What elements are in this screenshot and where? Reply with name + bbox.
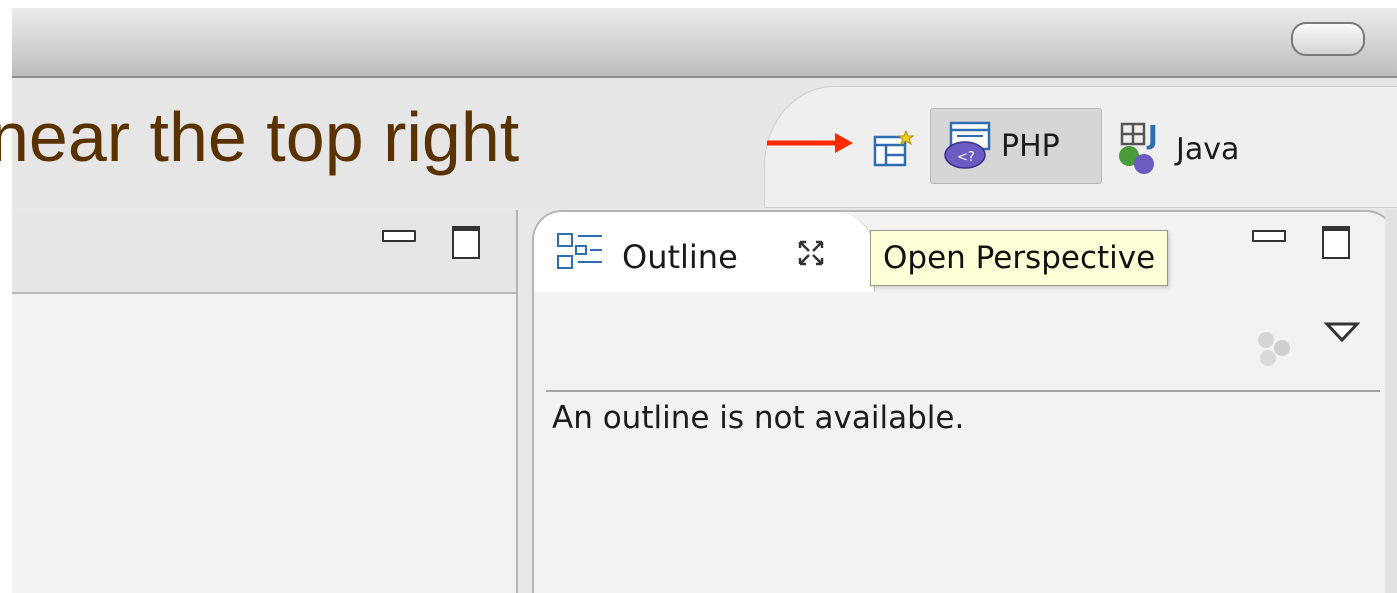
toolbar-toggle-button[interactable] bbox=[1291, 22, 1365, 56]
annotation-arrow-icon bbox=[767, 133, 853, 153]
open-perspective-tooltip: Open Perspective bbox=[870, 230, 1169, 286]
hide-items-icon[interactable] bbox=[1252, 326, 1296, 370]
svg-text:J: J bbox=[1146, 122, 1158, 151]
java-perspective-label: Java bbox=[1176, 131, 1240, 167]
php-perspective-icon: <? bbox=[944, 121, 991, 169]
outline-maximize-icon[interactable] bbox=[1322, 226, 1350, 259]
title-bar bbox=[12, 8, 1397, 78]
left-view-header bbox=[12, 210, 516, 294]
tab-outline[interactable]: Outline bbox=[534, 212, 875, 292]
java-perspective-icon: J bbox=[1119, 122, 1158, 174]
left-view bbox=[12, 210, 518, 593]
annotation-text: near the top right bbox=[0, 98, 520, 176]
outline-tab-label: Outline bbox=[622, 238, 738, 276]
view-menu-icon[interactable] bbox=[1324, 320, 1360, 344]
outline-icon bbox=[557, 233, 602, 269]
outline-divider bbox=[546, 390, 1380, 392]
right-edge bbox=[1385, 210, 1397, 593]
svg-text:<?: <? bbox=[957, 150, 975, 165]
java-perspective-button[interactable]: J Java bbox=[1112, 122, 1239, 176]
php-perspective-label: PHP bbox=[1001, 128, 1060, 164]
close-icon[interactable] bbox=[796, 238, 826, 268]
eclipse-window: Outline An outline is not available. <? … bbox=[12, 8, 1397, 593]
open-perspective-button[interactable] bbox=[864, 122, 924, 176]
maximize-icon[interactable] bbox=[452, 226, 480, 259]
minimize-icon[interactable] bbox=[382, 230, 416, 242]
outline-minimize-icon[interactable] bbox=[1252, 230, 1286, 242]
open-perspective-icon bbox=[873, 129, 915, 167]
outline-empty-message: An outline is not available. bbox=[552, 400, 965, 436]
php-perspective-button[interactable]: <? PHP bbox=[930, 108, 1102, 184]
